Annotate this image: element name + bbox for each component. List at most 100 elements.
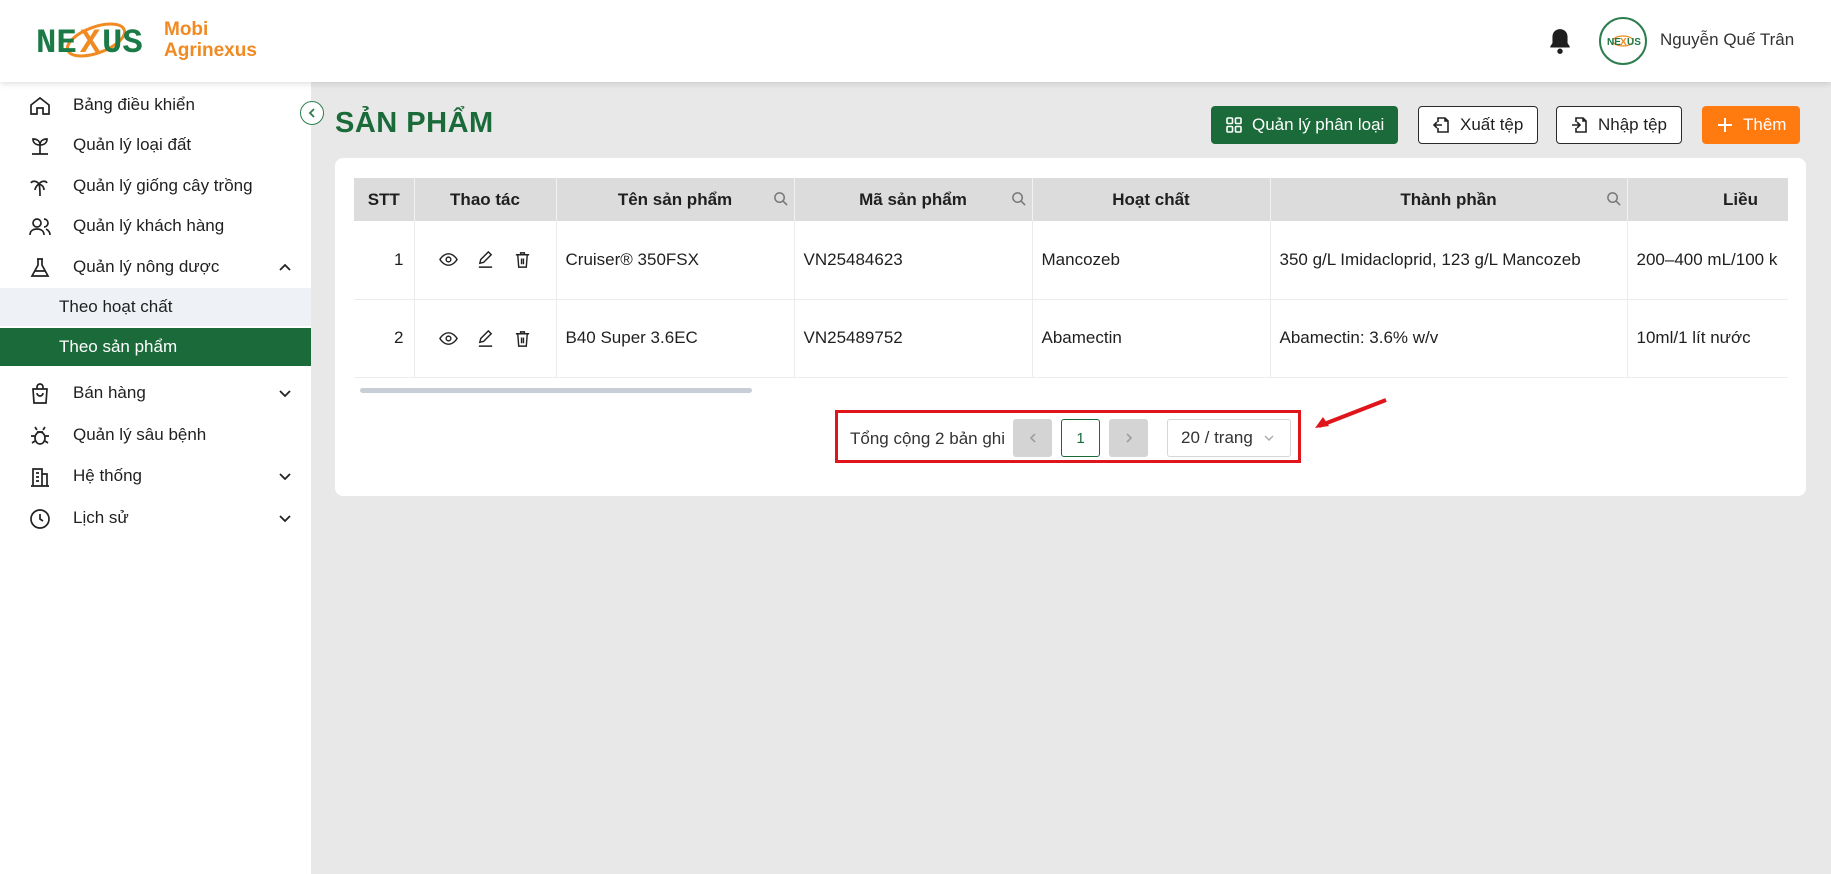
svg-text:NE: NE	[36, 25, 77, 63]
trash-icon[interactable]	[513, 329, 532, 348]
sidebar-subitem-by-active-ingredient[interactable]: Theo hoạt chất	[0, 288, 311, 326]
search-icon[interactable]	[1011, 191, 1026, 206]
search-icon[interactable]	[773, 191, 788, 206]
svg-text:X: X	[1620, 37, 1627, 48]
next-page-button[interactable]	[1109, 419, 1148, 457]
column-header-active-ingredient: Hoạt chất	[1032, 178, 1271, 221]
nexus-logo-icon: NE X US	[36, 22, 143, 63]
edit-icon[interactable]	[476, 250, 495, 269]
sprout-icon	[32, 138, 48, 155]
import-file-button[interactable]: Nhập tệp	[1556, 106, 1682, 144]
edit-icon[interactable]	[476, 329, 495, 348]
sidebar-item-crop-varieties[interactable]: Quản lý giống cây trồng	[0, 167, 311, 205]
brand-line-1: Mobi	[164, 19, 209, 40]
cell-product-name: Cruiser® 350FSX	[556, 221, 795, 300]
annotation-arrow-icon	[1315, 398, 1387, 428]
chevron-down-icon	[279, 390, 291, 398]
products-table-scroll[interactable]: STT Thao tác Tên sản phẩm Mã sản phẩm Ho…	[354, 178, 1788, 400]
column-header-label: Mã sản phẩm	[859, 189, 967, 209]
file-import-icon	[1572, 117, 1587, 133]
sidebar-item-pesticides[interactable]: Quản lý nông dược	[0, 248, 311, 286]
pagination-total: Tổng cộng 2 bản ghi	[850, 429, 1006, 448]
trash-icon[interactable]	[513, 250, 532, 269]
cell-dosage: 10ml/1 lít nước	[1627, 299, 1788, 378]
plus-icon	[1718, 118, 1732, 132]
users-icon	[29, 218, 51, 236]
column-header-product-code[interactable]: Mã sản phẩm	[794, 178, 1033, 221]
flask-icon	[30, 258, 50, 277]
app-logo[interactable]: NE X US Mobi Agrinexus	[34, 12, 257, 68]
sidebar-item-pests[interactable]: Quản lý sâu bệnh	[0, 416, 311, 454]
sidebar-item-label: Quản lý nông dược	[73, 257, 220, 276]
cell-composition: 350 g/L Imidacloprid, 123 g/L Mancozeb	[1270, 221, 1628, 300]
cell-product-name: B40 Super 3.6EC	[556, 299, 795, 378]
chevron-up-icon	[279, 263, 291, 271]
column-header-label: Tên sản phẩm	[617, 189, 733, 209]
cell-stt: 1	[354, 221, 415, 300]
sidebar-item-soil-types[interactable]: Quản lý loại đất	[0, 126, 311, 164]
clock-icon	[30, 509, 50, 529]
chevron-down-icon	[279, 515, 291, 523]
eye-icon[interactable]	[438, 329, 458, 348]
search-icon[interactable]	[1606, 191, 1621, 206]
table-header-row: STT Thao tác Tên sản phẩm Mã sản phẩm Ho…	[354, 178, 1788, 221]
sidebar-subitem-by-product[interactable]: Theo sản phẩm	[0, 328, 311, 366]
manage-categories-button[interactable]: Quản lý phân loại	[1211, 106, 1399, 144]
sidebar-item-history[interactable]: Lịch sử	[0, 499, 311, 537]
home-icon	[30, 96, 50, 115]
sidebar-item-label: Quản lý sâu bệnh	[73, 425, 207, 444]
sidebar-collapse-button[interactable]	[300, 101, 324, 125]
page-number-button[interactable]: 1	[1061, 419, 1100, 457]
products-table: STT Thao tác Tên sản phẩm Mã sản phẩm Ho…	[354, 178, 1788, 378]
column-header-product-name[interactable]: Tên sản phẩm	[556, 178, 795, 221]
brand-name: Mobi Agrinexus	[164, 19, 257, 61]
add-label: Thêm	[1743, 115, 1787, 134]
cell-composition: Abamectin: 3.6% w/v	[1270, 299, 1628, 378]
palm-tree-icon	[30, 180, 48, 197]
table-row: 2 B40 Super 3.6EC VN25489752 Abamectin A…	[354, 299, 1788, 378]
chevron-down-icon	[1264, 435, 1274, 441]
cell-actions	[414, 221, 557, 300]
chevron-down-icon	[279, 473, 291, 481]
cell-active-ingredient: Mancozeb	[1032, 221, 1271, 300]
sidebar-item-label: Bảng điều khiển	[73, 95, 195, 114]
sidebar-item-label: Hệ thống	[73, 466, 142, 485]
add-button[interactable]: Thêm	[1702, 106, 1801, 144]
column-header-dosage: Liều	[1627, 178, 1788, 221]
cell-active-ingredient: Abamectin	[1032, 299, 1271, 378]
grid-icon	[1226, 117, 1242, 133]
svg-text:US: US	[102, 25, 143, 63]
horizontal-scrollbar[interactable]	[360, 388, 752, 393]
top-header: NE X US Mobi Agrinexus NE X US Nguyễn Qu…	[0, 0, 1831, 82]
export-file-label: Xuất tệp	[1460, 115, 1524, 134]
avatar-logo-icon: NE X US	[1607, 35, 1641, 48]
column-header-actions: Thao tác	[414, 178, 557, 221]
cell-dosage: 200–400 mL/100 k	[1627, 221, 1788, 300]
sidebar-item-customers[interactable]: Quản lý khách hàng	[0, 207, 311, 245]
export-file-button[interactable]: Xuất tệp	[1418, 106, 1539, 144]
column-header-composition[interactable]: Thành phần	[1270, 178, 1628, 221]
sidebar-subitem-label: Theo hoạt chất	[59, 297, 173, 316]
column-header-stt: STT	[354, 178, 415, 221]
previous-page-button[interactable]	[1013, 419, 1052, 457]
svg-text:X: X	[80, 25, 101, 63]
file-export-icon	[1433, 117, 1449, 133]
notification-bell-icon[interactable]	[1547, 27, 1573, 55]
sidebar-item-dashboard[interactable]: Bảng điều khiển	[0, 86, 311, 124]
page-size-value: 20 / trang	[1181, 428, 1253, 447]
sidebar-item-sales[interactable]: Bán hàng	[0, 374, 311, 412]
building-icon	[31, 468, 49, 487]
cell-actions	[414, 299, 557, 378]
shopping-bag-icon	[32, 383, 48, 404]
sidebar-item-label: Quản lý khách hàng	[73, 216, 225, 235]
sidebar-item-label: Bán hàng	[73, 383, 146, 402]
sidebar-item-system[interactable]: Hệ thống	[0, 457, 311, 495]
import-file-label: Nhập tệp	[1598, 115, 1667, 134]
eye-icon[interactable]	[438, 250, 458, 269]
sidebar-item-label: Lịch sử	[73, 508, 129, 527]
avatar[interactable]: NE X US	[1599, 17, 1647, 65]
page-size-select[interactable]: 20 / trang	[1167, 419, 1291, 457]
user-name[interactable]: Nguyễn Quế Trân	[1660, 30, 1794, 50]
sidebar-item-label: Quản lý giống cây trồng	[73, 176, 253, 195]
cell-stt: 2	[354, 299, 415, 378]
